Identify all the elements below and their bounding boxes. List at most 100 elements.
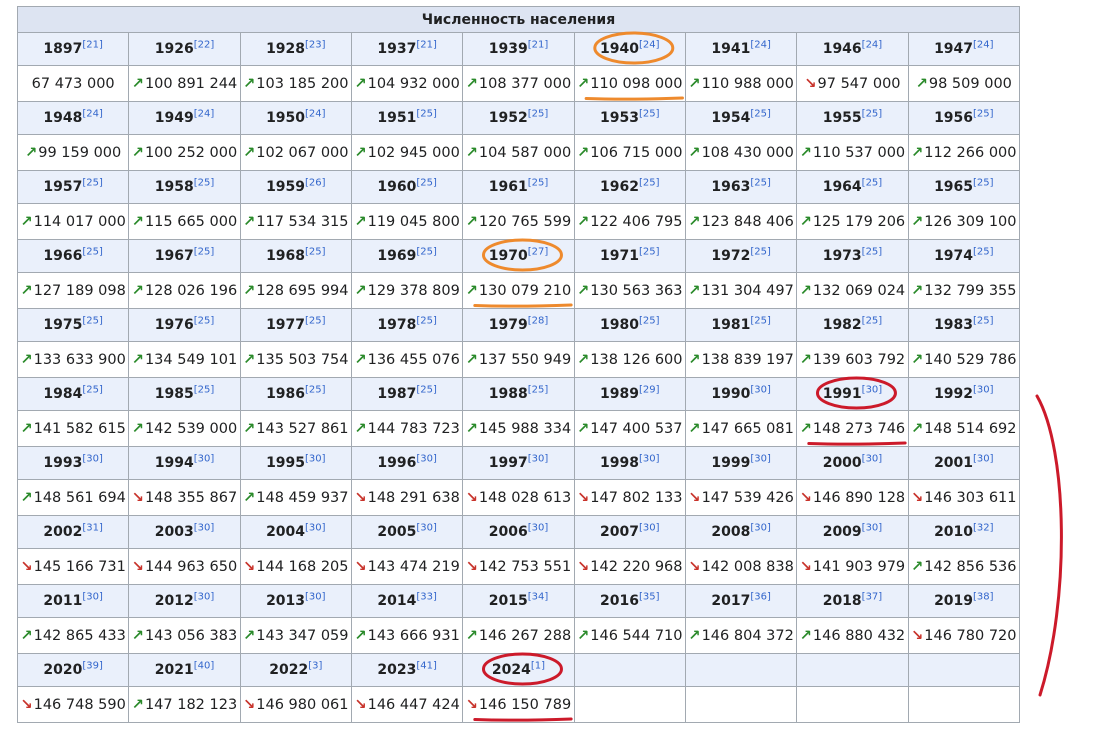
- year-cell: 2000[30]: [796, 446, 909, 480]
- reference-link[interactable]: [21]: [416, 39, 437, 50]
- population-value: 148 355 867: [144, 489, 238, 506]
- reference-link[interactable]: [24]: [82, 108, 103, 119]
- reference-link[interactable]: [36]: [750, 591, 771, 602]
- reference-link[interactable]: [37]: [862, 591, 883, 602]
- reference-link[interactable]: [25]: [973, 315, 994, 326]
- reference-link[interactable]: [25]: [973, 108, 994, 119]
- reference-link[interactable]: [30]: [194, 522, 215, 533]
- reference-link[interactable]: [21]: [82, 39, 103, 50]
- reference-link[interactable]: [30]: [750, 522, 771, 533]
- reference-link[interactable]: [25]: [528, 108, 549, 119]
- reference-link[interactable]: [23]: [305, 39, 326, 50]
- reference-link[interactable]: [25]: [528, 177, 549, 188]
- reference-link[interactable]: [29]: [639, 384, 660, 395]
- reference-link[interactable]: [24]: [305, 108, 326, 119]
- reference-link[interactable]: [25]: [416, 177, 437, 188]
- reference-link[interactable]: [30]: [305, 453, 326, 464]
- reference-link[interactable]: [27]: [528, 246, 549, 257]
- reference-link[interactable]: [33]: [416, 591, 437, 602]
- reference-link[interactable]: [25]: [639, 177, 660, 188]
- reference-link[interactable]: [25]: [528, 384, 549, 395]
- reference-link[interactable]: [25]: [194, 177, 215, 188]
- reference-link[interactable]: [28]: [528, 315, 549, 326]
- year-cell: 1941[24]: [684, 32, 798, 66]
- reference-link[interactable]: [25]: [750, 246, 771, 257]
- population-cell: ↗143 347 059: [239, 617, 352, 654]
- reference-link[interactable]: [30]: [416, 522, 437, 533]
- reference-link[interactable]: [30]: [416, 453, 437, 464]
- reference-link[interactable]: [25]: [416, 246, 437, 257]
- year-label: 2013: [266, 593, 306, 609]
- reference-link[interactable]: [25]: [639, 246, 660, 257]
- reference-link[interactable]: [1]: [531, 660, 545, 671]
- population-cell: ↘144 963 650: [128, 548, 241, 585]
- reference-link[interactable]: [34]: [528, 591, 549, 602]
- reference-link[interactable]: [25]: [973, 246, 994, 257]
- reference-link[interactable]: [30]: [639, 522, 660, 533]
- year-cell: 1955[25]: [796, 101, 909, 135]
- reference-link[interactable]: [22]: [194, 39, 215, 50]
- reference-link[interactable]: [30]: [194, 453, 215, 464]
- reference-link[interactable]: [35]: [639, 591, 660, 602]
- reference-link[interactable]: [25]: [194, 246, 215, 257]
- reference-link[interactable]: [30]: [862, 453, 883, 464]
- reference-link[interactable]: [30]: [750, 453, 771, 464]
- reference-link[interactable]: [39]: [82, 660, 103, 671]
- population-value: 146 447 424: [367, 696, 460, 713]
- reference-link[interactable]: [25]: [82, 246, 103, 257]
- reference-link[interactable]: [25]: [194, 384, 215, 395]
- population-value: 139 603 792: [812, 351, 906, 368]
- reference-link[interactable]: [25]: [639, 315, 660, 326]
- reference-link[interactable]: [38]: [973, 591, 994, 602]
- reference-link[interactable]: [25]: [416, 315, 437, 326]
- year-cell: 1972[25]: [684, 239, 798, 273]
- reference-link[interactable]: [25]: [82, 315, 103, 326]
- reference-link[interactable]: [30]: [82, 453, 103, 464]
- reference-link[interactable]: [3]: [308, 660, 322, 671]
- reference-link[interactable]: [24]: [862, 39, 883, 50]
- reference-link[interactable]: [30]: [862, 384, 883, 395]
- reference-link[interactable]: [21]: [528, 39, 549, 50]
- reference-link[interactable]: [30]: [305, 522, 326, 533]
- population-cell: ↗137 550 949: [462, 341, 575, 378]
- reference-link[interactable]: [25]: [750, 108, 771, 119]
- reference-link[interactable]: [25]: [862, 246, 883, 257]
- reference-link[interactable]: [25]: [305, 384, 326, 395]
- reference-link[interactable]: [24]: [973, 39, 994, 50]
- reference-link[interactable]: [25]: [862, 315, 883, 326]
- reference-link[interactable]: [40]: [194, 660, 215, 671]
- reference-link[interactable]: [25]: [82, 177, 103, 188]
- reference-link[interactable]: [25]: [750, 315, 771, 326]
- reference-link[interactable]: [30]: [639, 453, 660, 464]
- reference-link[interactable]: [30]: [528, 453, 549, 464]
- reference-link[interactable]: [25]: [416, 108, 437, 119]
- reference-link[interactable]: [25]: [305, 315, 326, 326]
- reference-link[interactable]: [25]: [639, 108, 660, 119]
- reference-link[interactable]: [25]: [750, 177, 771, 188]
- reference-link[interactable]: [30]: [973, 384, 994, 395]
- reference-link[interactable]: [25]: [862, 108, 883, 119]
- reference-link[interactable]: [24]: [194, 108, 215, 119]
- reference-link[interactable]: [24]: [750, 39, 771, 50]
- reference-link[interactable]: [30]: [194, 591, 215, 602]
- year-cell: 2019[38]: [907, 584, 1021, 618]
- reference-link[interactable]: [30]: [862, 522, 883, 533]
- reference-link[interactable]: [41]: [416, 660, 437, 671]
- reference-link[interactable]: [30]: [305, 591, 326, 602]
- reference-link[interactable]: [25]: [194, 315, 215, 326]
- reference-link[interactable]: [30]: [82, 591, 103, 602]
- reference-link[interactable]: [30]: [973, 453, 994, 464]
- year-cell: 2022[3]: [239, 653, 352, 687]
- reference-link[interactable]: [26]: [305, 177, 326, 188]
- reference-link[interactable]: [25]: [305, 246, 326, 257]
- reference-link[interactable]: [24]: [639, 39, 660, 50]
- reference-link[interactable]: [25]: [416, 384, 437, 395]
- reference-link[interactable]: [32]: [973, 522, 994, 533]
- reference-link[interactable]: [31]: [82, 522, 103, 533]
- reference-link[interactable]: [30]: [750, 384, 771, 395]
- reference-link[interactable]: [25]: [82, 384, 103, 395]
- reference-link[interactable]: [25]: [973, 177, 994, 188]
- reference-link[interactable]: [25]: [862, 177, 883, 188]
- population-cell: ↘142 753 551: [462, 548, 575, 585]
- reference-link[interactable]: [30]: [528, 522, 549, 533]
